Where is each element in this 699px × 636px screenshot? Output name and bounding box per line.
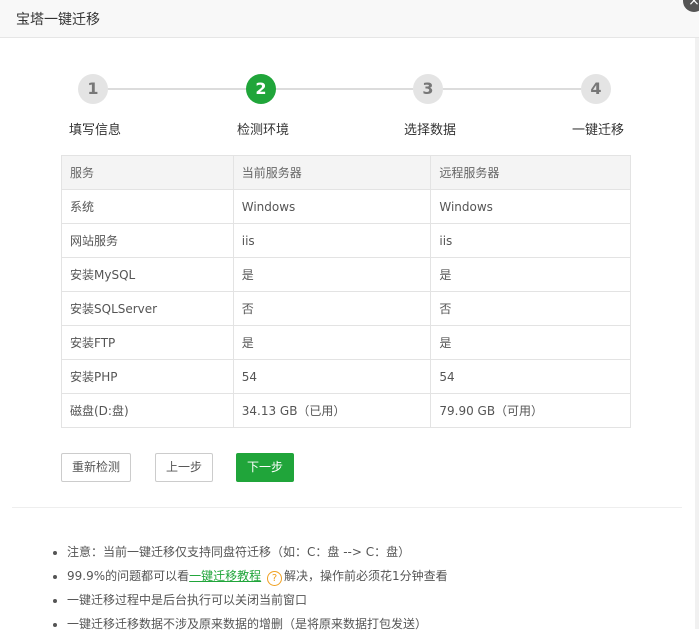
table-row: 安装MySQL 是 是: [61, 257, 631, 292]
table-cell: 是: [430, 257, 631, 292]
table-cell: Windows: [232, 189, 432, 224]
table-cell: 安装MySQL: [61, 257, 234, 292]
dialog-titlebar: 宝塔一键迁移: [0, 0, 699, 38]
step-2-label: 检测环境: [237, 123, 290, 138]
step-4-circle: 4: [581, 74, 611, 104]
table-cell: 54: [430, 359, 631, 394]
note-item: 注意：当前一键迁移仅支持同盘符迁移（如：C：盘 --> C：盘）: [67, 540, 448, 564]
migration-tutorial-link[interactable]: 一键迁移教程: [189, 569, 261, 583]
table-cell: 54: [232, 359, 432, 394]
table-row: 网站服务 iis iis: [61, 223, 631, 258]
step-4-label: 一键迁移: [572, 123, 625, 138]
note-item: 一键迁移迁移数据不涉及原来数据的增删（是将原来数据打包发送）: [67, 612, 448, 636]
notes-list: 注意：当前一键迁移仅支持同盘符迁移（如：C：盘 --> C：盘） 99.9%的问…: [50, 540, 448, 636]
divider: [12, 507, 682, 508]
table-cell: 否: [430, 291, 631, 326]
next-step-button[interactable]: 下一步: [236, 453, 294, 482]
step-1-label: 填写信息: [69, 123, 122, 138]
note-text: 注意：当前一键迁移仅支持同盘符迁移（如：C：盘 --> C：盘）: [67, 545, 411, 559]
table-cell: 79.90 GB（可用）: [430, 393, 631, 428]
table-cell: 磁盘(D:盘): [61, 393, 234, 428]
table-cell: 是: [232, 325, 432, 360]
environment-table: 服务 当前服务器 远程服务器 系统 Windows Windows 网站服务 i…: [61, 155, 631, 428]
table-row: 磁盘(D:盘) 34.13 GB（已用） 79.90 GB（可用）: [61, 393, 631, 428]
column-header: 远程服务器: [430, 155, 631, 190]
table-cell: 系统: [61, 189, 234, 224]
table-cell: 网站服务: [61, 223, 234, 258]
step-3-label: 选择数据: [404, 123, 457, 138]
recheck-button[interactable]: 重新检测: [61, 453, 131, 482]
table-cell: 安装SQLServer: [61, 291, 234, 326]
table-cell: 安装PHP: [61, 359, 234, 394]
note-text: 99.9%的问题都可以看: [67, 569, 190, 583]
dialog-title: 宝塔一键迁移: [16, 12, 100, 28]
step-connector: [275, 88, 413, 90]
note-text: 解决，操作前必须花1分钟查看: [283, 569, 448, 583]
step-connector: [442, 88, 581, 90]
note-text: 一键迁移过程中是后台执行可以关闭当前窗口: [67, 593, 308, 607]
table-row: 安装FTP 是 是: [61, 325, 631, 360]
step-3-circle: 3: [413, 74, 443, 104]
table-cell: 否: [232, 291, 432, 326]
table-cell: 安装FTP: [61, 325, 234, 360]
step-progress: 1 2 3 4 填写信息 检测环境 选择数据 一键迁移: [0, 72, 699, 142]
table-cell: 是: [430, 325, 631, 360]
table-row: 安装PHP 54 54: [61, 359, 631, 394]
step-2-circle: 2: [246, 74, 276, 104]
table-cell: 34.13 GB（已用）: [232, 393, 432, 428]
step-1-circle: 1: [78, 74, 108, 104]
note-item: 99.9%的问题都可以看一键迁移教程 ?解决，操作前必须花1分钟查看: [67, 564, 448, 588]
step-connector: [107, 88, 246, 90]
table-header-row: 服务 当前服务器 远程服务器: [61, 155, 631, 190]
table-row: 安装SQLServer 否 否: [61, 291, 631, 326]
column-header: 服务: [61, 155, 234, 190]
prev-step-button[interactable]: 上一步: [155, 453, 213, 482]
table-cell: Windows: [430, 189, 631, 224]
column-header: 当前服务器: [232, 155, 432, 190]
table-row: 系统 Windows Windows: [61, 189, 631, 224]
note-item: 一键迁移过程中是后台执行可以关闭当前窗口: [67, 588, 448, 612]
table-cell: iis: [232, 223, 432, 258]
help-icon[interactable]: ?: [266, 571, 282, 586]
table-cell: 是: [232, 257, 432, 292]
table-cell: iis: [430, 223, 631, 258]
